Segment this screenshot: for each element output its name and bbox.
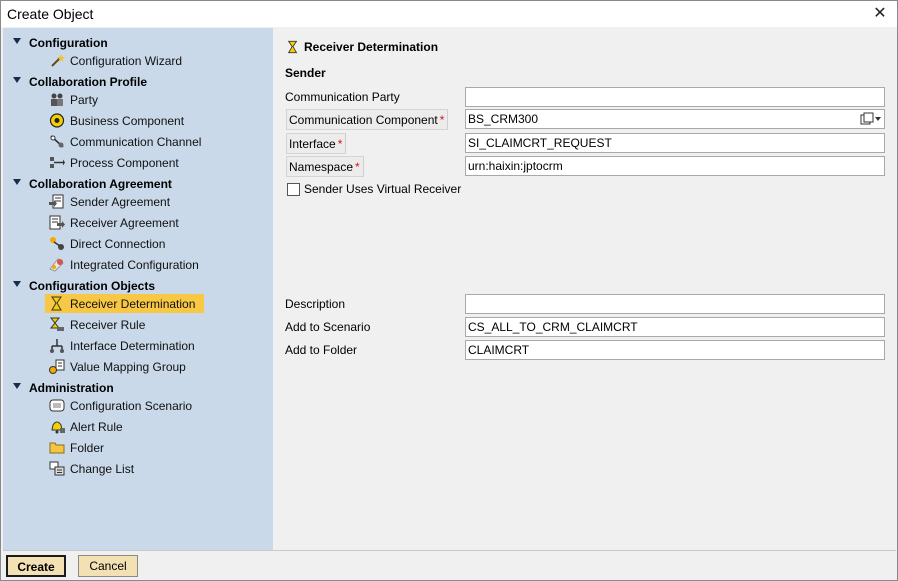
close-icon[interactable]: ✕ [871, 5, 889, 23]
receiver-agreement-icon [49, 215, 65, 230]
section-configuration-objects[interactable]: Configuration Objects [3, 277, 273, 295]
value-mapping-icon [49, 359, 65, 374]
collapse-triangle-icon[interactable] [13, 383, 21, 389]
virtual-receiver-checkbox[interactable] [287, 183, 300, 196]
direct-connection-icon [50, 237, 64, 250]
virtual-receiver-label: Sender Uses Virtual Receiver [304, 182, 462, 196]
change-list-icon [49, 461, 65, 476]
party-icon [51, 93, 63, 106]
required-marker: * [355, 160, 360, 174]
communication-component-label: Communication Component * [286, 109, 449, 130]
collapse-triangle-icon[interactable] [13, 38, 21, 44]
cancel-button[interactable]: Cancel [78, 555, 138, 577]
add-to-scenario-label: Add to Scenario [285, 320, 371, 334]
value-help-icon[interactable] [860, 112, 882, 126]
interface-label: Interface * [286, 133, 347, 154]
description-label: Description [285, 297, 346, 311]
required-marker: * [337, 137, 343, 151]
create-button[interactable]: Create [6, 555, 66, 577]
section-administration[interactable]: Administration [3, 379, 273, 397]
folder-icon [49, 442, 65, 454]
communication-party-input[interactable] [465, 87, 885, 107]
description-input[interactable] [465, 294, 885, 314]
communication-component-input[interactable] [466, 110, 856, 128]
create-object-dialog: Create Object ✕ Configuration Configurat… [0, 0, 898, 581]
tree-item-receiver-determination[interactable]: Receiver Determination [45, 294, 204, 313]
section-configuration[interactable]: Configuration [3, 34, 273, 52]
collapse-triangle-icon[interactable] [13, 179, 21, 185]
sender-agreement-icon [49, 194, 64, 209]
collapse-triangle-icon[interactable] [13, 77, 21, 83]
namespace-label: Namespace * [286, 156, 364, 177]
section-collaboration-agreement[interactable]: Collaboration Agreement [3, 175, 273, 193]
title-bar: Create Object ✕ [1, 1, 897, 27]
wizard-icon [51, 54, 65, 67]
receiver-determination-icon [287, 40, 298, 54]
communication-component-field [465, 109, 885, 129]
collapse-triangle-icon[interactable] [13, 281, 21, 287]
namespace-input[interactable] [465, 156, 885, 176]
business-component-icon [49, 113, 65, 128]
integrated-configuration-icon [49, 258, 64, 272]
required-marker: * [439, 113, 445, 127]
interface-input[interactable] [465, 133, 885, 153]
communication-party-label: Communication Party [285, 90, 400, 104]
section-collaboration-profile[interactable]: Collaboration Profile [3, 73, 273, 91]
interface-determination-icon [50, 339, 64, 353]
dialog-footer: Create Cancel [3, 550, 896, 580]
add-to-folder-label: Add to Folder [285, 343, 358, 357]
add-to-folder-input[interactable] [465, 340, 885, 360]
alert-rule-icon [51, 421, 65, 434]
communication-channel-icon [50, 135, 64, 148]
configuration-scenario-icon [49, 399, 65, 412]
receiver-determination-icon [51, 296, 62, 311]
object-type-tree: Configuration Configuration Wizard Colla… [3, 28, 273, 550]
form-title: Receiver Determination [304, 40, 439, 54]
dialog-title: Create Object [7, 6, 94, 22]
sender-heading: Sender [285, 66, 326, 80]
process-component-icon [50, 157, 65, 168]
receiver-rule-icon [49, 317, 64, 331]
add-to-scenario-input[interactable] [465, 317, 885, 337]
object-form: Receiver Determination Sender Communicat… [274, 28, 896, 550]
